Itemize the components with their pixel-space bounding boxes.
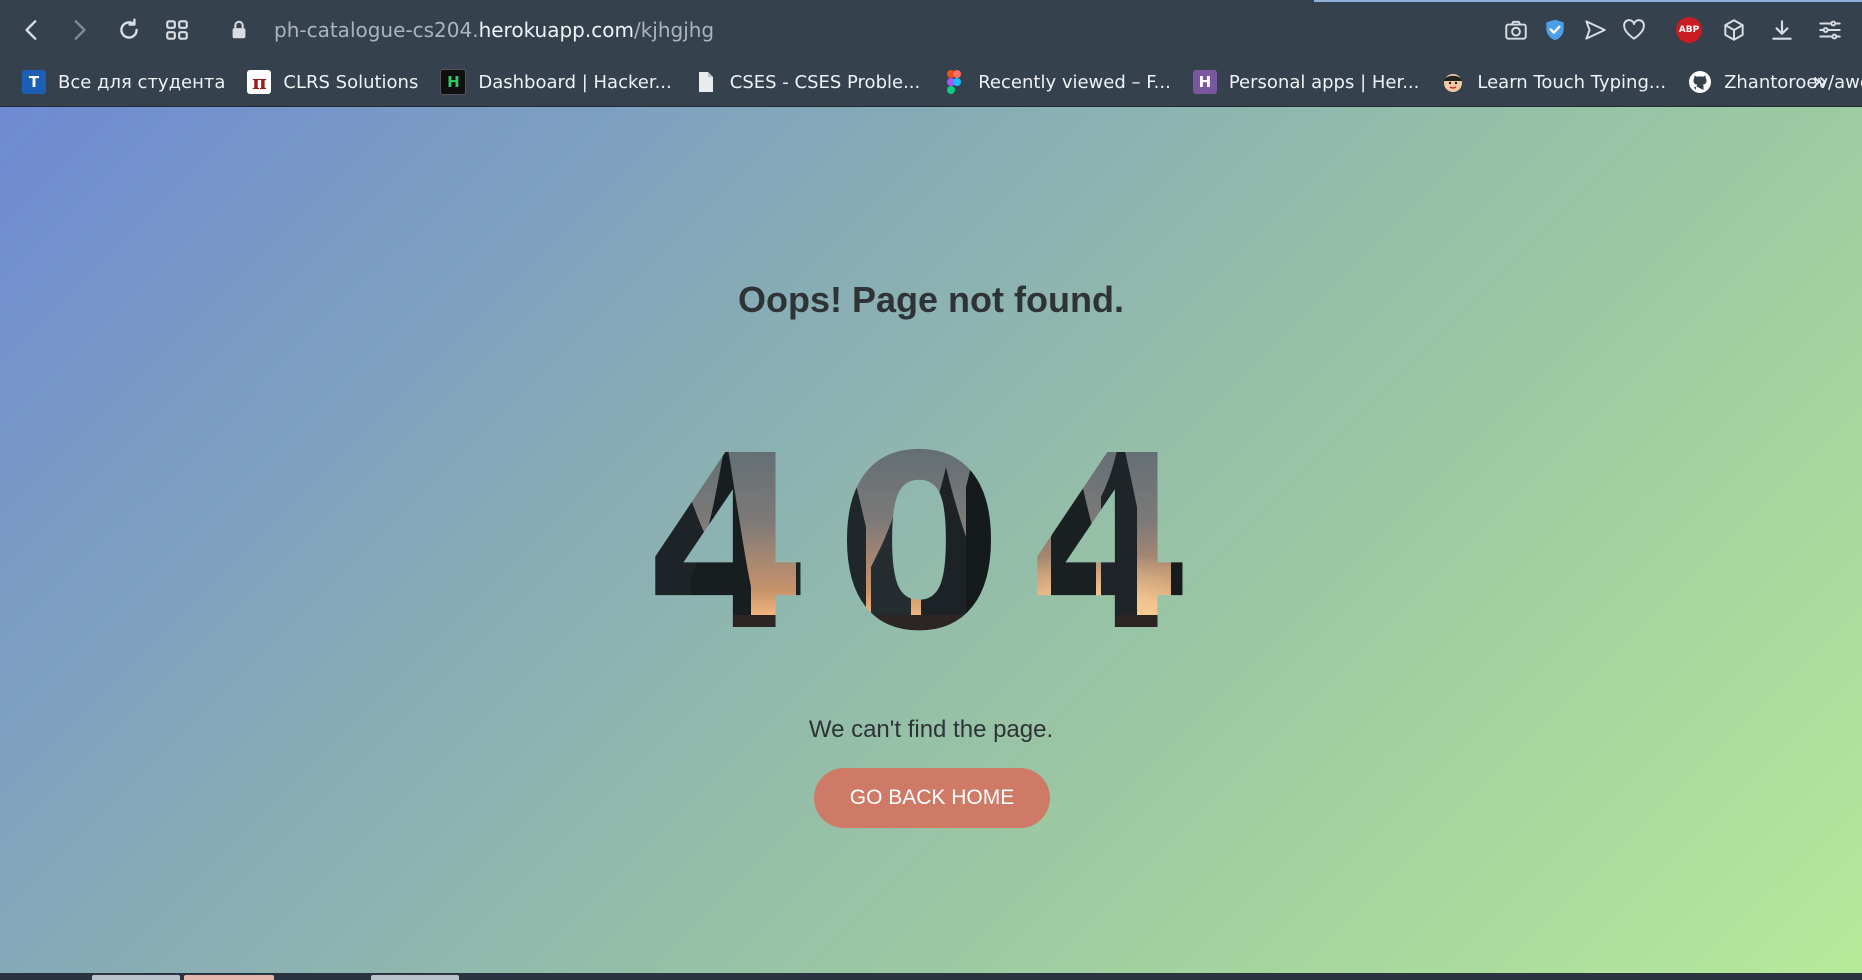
page-title: Oops! Page not found. bbox=[738, 279, 1124, 320]
bookmarks-overflow-icon[interactable] bbox=[1806, 68, 1834, 96]
page-viewport: Oops! Page not found. We can't find the … bbox=[0, 107, 1862, 973]
lock-icon bbox=[232, 20, 246, 39]
bookmarks-bar: T Все для студента π CLRS Solutions H Da… bbox=[0, 58, 1862, 107]
heart-icon[interactable] bbox=[1617, 13, 1651, 47]
browser-window: ph-catalogue-cs204.herokuapp.com/kjhgjhg… bbox=[0, 0, 1862, 980]
taskbar-tab[interactable] bbox=[92, 975, 180, 980]
figma-icon bbox=[942, 70, 966, 94]
menu-icon[interactable] bbox=[1813, 13, 1847, 47]
bookmark-vse-dlya-studenta[interactable]: T Все для студента bbox=[22, 66, 225, 98]
browser-toolbar: ph-catalogue-cs204.herokuapp.com/kjhgjhg… bbox=[0, 0, 1862, 58]
adblock-label: ABP bbox=[1676, 17, 1702, 43]
page-subtitle: We can't find the page. bbox=[808, 716, 1054, 743]
bookmark-heroku[interactable]: H Personal apps | Her... bbox=[1192, 66, 1420, 98]
bottom-taskbar-strip bbox=[0, 973, 1862, 980]
go-back-home-button[interactable]: GO BACK HOME bbox=[814, 768, 1050, 828]
bookmark-cses[interactable]: CSES - CSES Proble... bbox=[694, 66, 920, 98]
bookmark-label: Recently viewed – F... bbox=[978, 71, 1171, 93]
adblock-icon[interactable]: ABP bbox=[1672, 13, 1706, 47]
send-icon[interactable] bbox=[1578, 13, 1612, 47]
bookmark-hackerrank[interactable]: H Dashboard | Hacker... bbox=[440, 66, 672, 98]
bookmark-clrs-solutions[interactable]: π CLRS Solutions bbox=[247, 66, 418, 98]
reload-icon[interactable] bbox=[112, 13, 146, 47]
bookmark-label: CLRS Solutions bbox=[283, 71, 419, 93]
address-bar[interactable]: ph-catalogue-cs204.herokuapp.com/kjhgjhg bbox=[228, 12, 1478, 48]
page-icon bbox=[694, 70, 718, 94]
address-url[interactable]: ph-catalogue-cs204.herokuapp.com/kjhgjhg bbox=[274, 18, 714, 42]
cube-icon[interactable] bbox=[1717, 13, 1751, 47]
tab-grid-icon[interactable] bbox=[160, 13, 194, 47]
url-path: /kjhgjhg bbox=[633, 18, 715, 42]
taskbar-tab[interactable] bbox=[184, 975, 274, 980]
taskbar-tab[interactable] bbox=[371, 975, 459, 980]
bookmark-label: Dashboard | Hacker... bbox=[478, 71, 672, 93]
url-host: herokuapp.com bbox=[478, 18, 634, 42]
url-prefix: ph-catalogue-cs204. bbox=[274, 18, 479, 42]
shield-icon[interactable] bbox=[1538, 13, 1572, 47]
bookmark-label: Все для студента bbox=[58, 71, 226, 93]
camera-icon[interactable] bbox=[1499, 13, 1533, 47]
loading-bar bbox=[1314, 0, 1862, 2]
pi-icon: π bbox=[247, 70, 272, 94]
bookmark-label: Personal apps | Her... bbox=[1228, 71, 1420, 93]
bookmark-github[interactable]: Zhantoroev/aweso... bbox=[1688, 66, 1862, 98]
forward-arrow-icon[interactable] bbox=[62, 13, 96, 47]
bookmark-label: Zhantoroev/aweso... bbox=[1724, 71, 1862, 93]
bookmark-typing[interactable]: Learn Touch Typing... bbox=[1441, 66, 1666, 98]
bookmark-label: Learn Touch Typing... bbox=[1477, 71, 1667, 93]
t-icon: T bbox=[22, 70, 46, 94]
github-icon bbox=[1688, 70, 1712, 94]
download-icon[interactable] bbox=[1765, 13, 1799, 47]
heroku-icon: H bbox=[1192, 70, 1217, 94]
error-code: 404 bbox=[631, 427, 1231, 637]
back-arrow-icon[interactable] bbox=[15, 13, 49, 47]
hackerrank-icon: H bbox=[440, 69, 467, 95]
bookmark-label: CSES - CSES Proble... bbox=[729, 71, 921, 93]
bookmark-figma[interactable]: Recently viewed – F... bbox=[942, 66, 1171, 98]
typing-icon bbox=[1441, 70, 1465, 94]
